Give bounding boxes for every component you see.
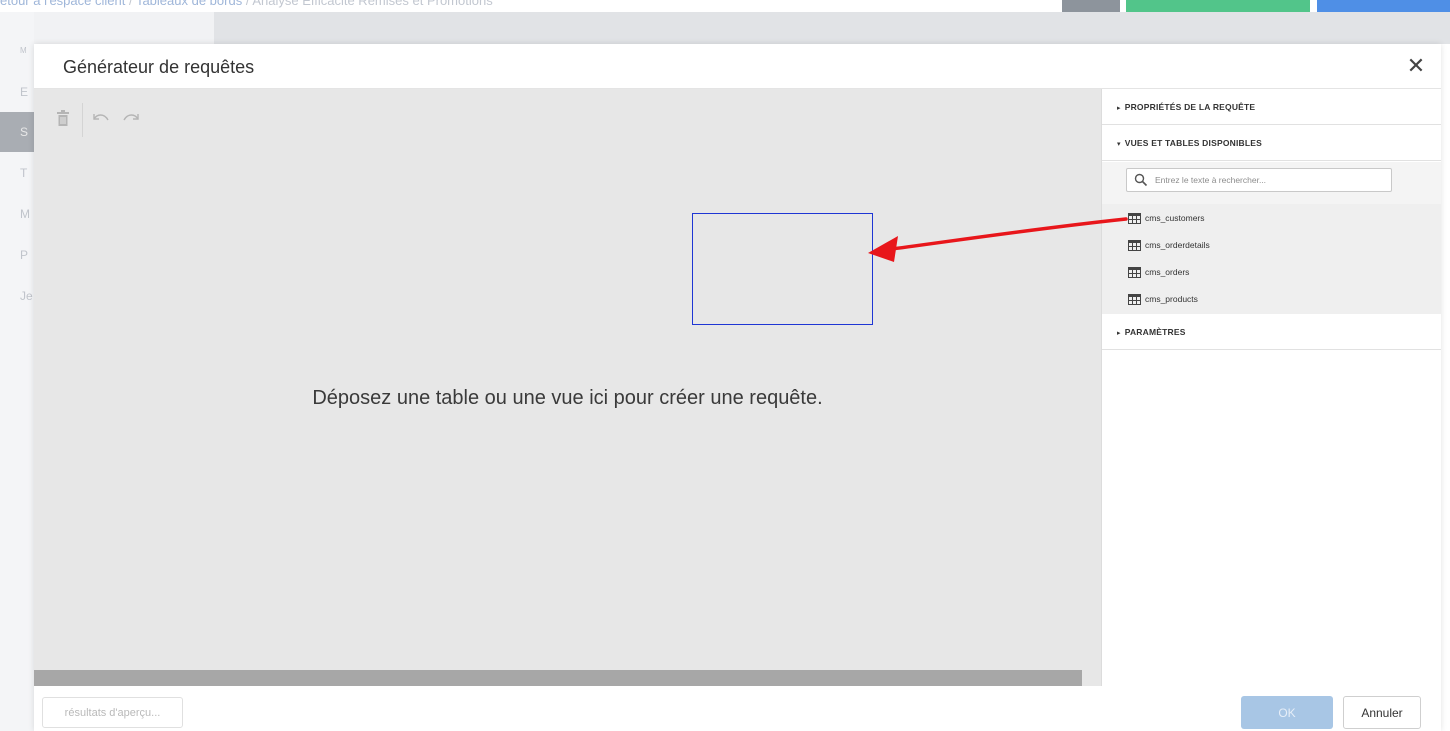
section-available-views[interactable]: ▾ VUES ET TABLES DISPONIBLES xyxy=(1102,125,1441,161)
horizontal-scrollbar[interactable] xyxy=(34,670,1082,686)
dialog-title: Générateur de requêtes xyxy=(63,57,255,77)
table-icon xyxy=(1128,293,1141,305)
dialog-footer: résultats d'aperçu... OK Annuler xyxy=(34,686,1441,731)
tables-list: cms_customers cms_orderdetails cms_order… xyxy=(1102,204,1441,314)
table-name: cms_customers xyxy=(1145,213,1205,223)
background-sidebar-label: E xyxy=(20,85,29,99)
search-icon xyxy=(1134,173,1148,187)
breadcrumb-current: Analyse Efficacité Remises et Promotions xyxy=(252,0,493,8)
expanded-caret-icon: ▾ xyxy=(1117,141,1121,148)
breadcrumb-link-dashboards[interactable]: Tableaux de bords xyxy=(136,0,242,8)
table-search-box[interactable] xyxy=(1126,168,1392,192)
dialog-header: Générateur de requêtes ✕ xyxy=(34,44,1441,89)
background-sidebar-label: S xyxy=(20,125,29,139)
section-label: PARAMÈTRES xyxy=(1124,327,1186,337)
table-icon xyxy=(1128,212,1141,224)
section-label: PROPRIÉTÉS DE LA REQUÊTE xyxy=(1124,102,1256,112)
list-item[interactable]: cms_orders xyxy=(1128,262,1189,282)
background-sidebar-label: T xyxy=(20,166,28,180)
collapsed-caret-icon: ▸ xyxy=(1117,105,1121,112)
cancel-button[interactable]: Annuler xyxy=(1343,696,1421,729)
drop-target-rectangle[interactable] xyxy=(692,213,873,325)
section-label: VUES ET TABLES DISPONIBLES xyxy=(1124,138,1263,148)
toolbar-divider xyxy=(82,103,83,137)
preview-results-button[interactable]: résultats d'aperçu... xyxy=(42,697,183,728)
table-name: cms_orderdetails xyxy=(1145,240,1210,250)
list-item[interactable]: cms_products xyxy=(1128,289,1198,309)
table-icon xyxy=(1128,239,1141,251)
background-sidebar: M E S T M P Je xyxy=(0,12,34,731)
ok-button[interactable]: OK xyxy=(1241,696,1333,729)
background-sidebar-active xyxy=(0,112,34,152)
close-icon[interactable]: ✕ xyxy=(1405,55,1427,77)
section-parameters[interactable]: ▸ PARAMÈTRES xyxy=(1102,314,1441,350)
background-sidebar-label: P xyxy=(20,248,29,262)
list-item[interactable]: cms_orderdetails xyxy=(1128,235,1210,255)
redo-icon[interactable] xyxy=(118,103,144,133)
table-name: cms_orders xyxy=(1145,267,1190,277)
background-primary-button[interactable] xyxy=(1317,0,1450,12)
undo-icon[interactable] xyxy=(88,103,114,133)
background-save-button[interactable] xyxy=(1126,0,1310,12)
trash-icon[interactable] xyxy=(50,103,76,133)
views-section-body: cms_customers cms_orderdetails xyxy=(1102,162,1441,314)
list-item[interactable]: cms_customers xyxy=(1128,208,1205,228)
background-sidebar-label: M xyxy=(20,207,30,221)
background-sidebar-label: M xyxy=(20,46,27,55)
breadcrumb-separator: / xyxy=(242,0,253,8)
query-design-surface[interactable]: Déposez une table ou une vue ici pour cr… xyxy=(34,89,1101,686)
background-sidebar-label: Je xyxy=(20,289,33,303)
background-breadcrumb: etour à l'espace client / Tableaux de bo… xyxy=(0,0,493,8)
drop-hint-text: Déposez une table ou une vue ici pour cr… xyxy=(312,387,823,409)
background-content-strip xyxy=(34,12,1450,44)
collapsed-caret-icon: ▸ xyxy=(1117,330,1121,337)
breadcrumb-separator: / xyxy=(125,0,136,8)
table-search-input[interactable] xyxy=(1153,172,1383,188)
query-side-panel: ▸ PROPRIÉTÉS DE LA REQUÊTE ▾ VUES ET TABLE… xyxy=(1101,89,1441,686)
background-action-button[interactable] xyxy=(1062,0,1120,12)
breadcrumb-link-client[interactable]: etour à l'espace client xyxy=(0,0,125,8)
table-name: cms_products xyxy=(1145,294,1198,304)
table-icon xyxy=(1128,266,1141,278)
query-builder-dialog: Générateur de requêtes ✕ Déposez une tab… xyxy=(34,44,1441,731)
section-query-properties[interactable]: ▸ PROPRIÉTÉS DE LA REQUÊTE xyxy=(1102,89,1441,125)
background-header: etour à l'espace client / Tableaux de bo… xyxy=(0,0,1450,12)
